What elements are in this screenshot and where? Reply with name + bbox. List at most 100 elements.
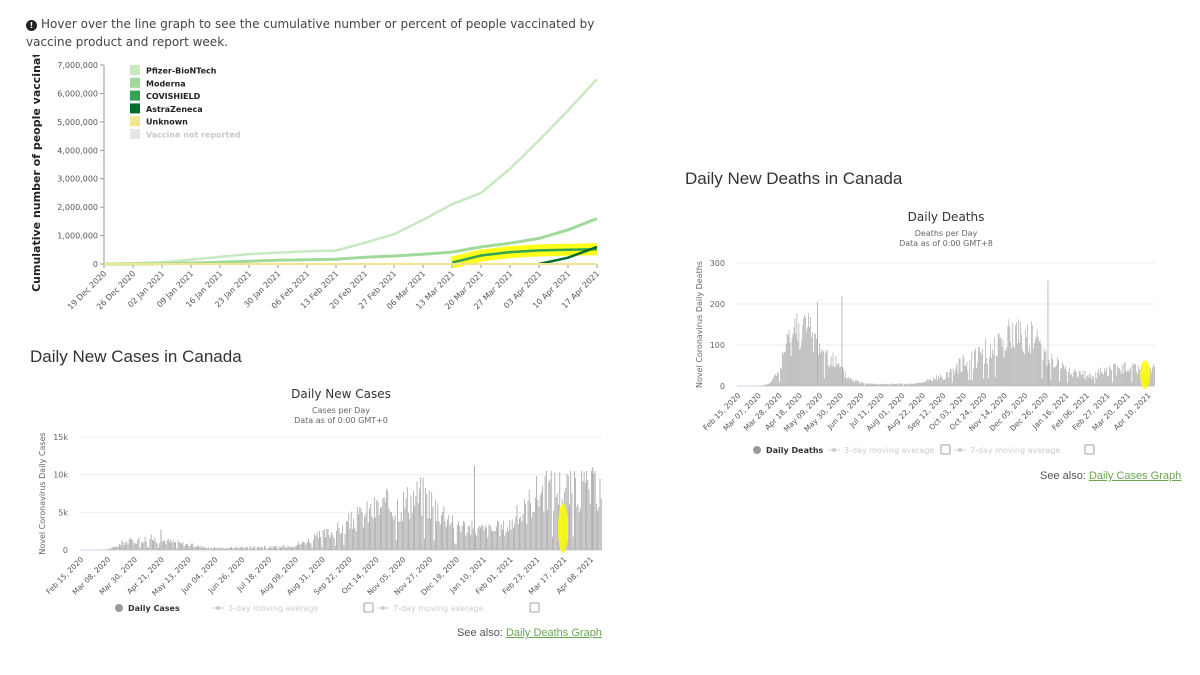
bar[interactable] (460, 532, 462, 550)
bar[interactable] (294, 546, 296, 550)
bar[interactable] (798, 323, 800, 386)
bar[interactable] (1135, 363, 1137, 386)
bar[interactable] (306, 541, 308, 550)
bar[interactable] (162, 540, 164, 550)
bar[interactable] (531, 517, 533, 550)
bar[interactable] (508, 531, 509, 550)
bar[interactable] (787, 335, 789, 386)
bar[interactable] (809, 326, 810, 386)
bar[interactable] (123, 545, 125, 550)
bar[interactable] (992, 354, 994, 386)
bar[interactable] (543, 512, 545, 550)
bar[interactable] (482, 525, 484, 550)
bar[interactable] (772, 378, 773, 386)
bar[interactable] (1111, 370, 1112, 386)
bar[interactable] (600, 498, 602, 550)
bar[interactable] (1065, 366, 1066, 386)
bar[interactable] (1099, 374, 1101, 386)
bar[interactable] (1027, 324, 1028, 386)
bar[interactable] (812, 332, 813, 386)
bar[interactable] (1044, 352, 1046, 386)
bar[interactable] (299, 544, 301, 550)
bar[interactable] (792, 333, 794, 386)
bar[interactable] (823, 378, 825, 386)
bar[interactable] (1139, 369, 1141, 386)
bar[interactable] (911, 384, 913, 386)
bar[interactable] (1032, 348, 1034, 386)
bar[interactable] (469, 525, 470, 550)
bar[interactable] (238, 548, 240, 550)
bar[interactable] (242, 547, 244, 550)
bar[interactable] (1052, 359, 1054, 386)
bar[interactable] (877, 384, 879, 386)
bar-peak[interactable] (473, 465, 475, 550)
bar[interactable] (427, 518, 429, 550)
legend-label-3day[interactable]: 3-day moving average (844, 446, 934, 455)
bar[interactable] (260, 546, 262, 550)
bar[interactable] (1069, 367, 1070, 386)
bar[interactable] (1020, 321, 1021, 386)
bar[interactable] (894, 383, 895, 386)
bar[interactable] (890, 383, 892, 386)
bar[interactable] (234, 546, 236, 550)
bar[interactable] (521, 521, 523, 550)
bar[interactable] (327, 528, 329, 550)
bar[interactable] (538, 506, 540, 550)
bar[interactable] (533, 512, 535, 550)
bar[interactable] (1070, 375, 1071, 386)
bar[interactable] (323, 529, 325, 550)
bar[interactable] (487, 537, 489, 551)
bar[interactable] (342, 525, 344, 550)
bar[interactable] (881, 383, 883, 386)
bar[interactable] (876, 383, 878, 386)
bar[interactable] (589, 503, 591, 550)
bar[interactable] (1125, 371, 1127, 386)
bar[interactable] (955, 366, 957, 386)
bar[interactable] (1121, 365, 1123, 386)
bar[interactable] (204, 547, 206, 550)
bar[interactable] (849, 379, 850, 386)
bar[interactable] (939, 378, 940, 386)
bar[interactable] (953, 374, 955, 386)
bar[interactable] (595, 503, 597, 550)
bar[interactable] (925, 381, 927, 386)
bar[interactable] (116, 546, 118, 550)
bar[interactable] (281, 546, 283, 550)
bar[interactable] (1098, 368, 1100, 386)
bar[interactable] (356, 506, 358, 550)
bar[interactable] (180, 542, 181, 550)
bar[interactable] (1045, 350, 1047, 386)
bar[interactable] (1051, 353, 1053, 386)
bar[interactable] (1038, 341, 1040, 386)
bar[interactable] (782, 353, 784, 386)
bar[interactable] (873, 383, 875, 386)
bar[interactable] (902, 383, 903, 386)
bar[interactable] (201, 547, 203, 550)
bar[interactable] (963, 357, 965, 386)
bar[interactable] (358, 514, 359, 550)
bar[interactable] (1101, 371, 1102, 386)
bar[interactable] (106, 549, 108, 550)
bar[interactable] (883, 383, 885, 386)
bar[interactable] (981, 354, 982, 386)
bar[interactable] (314, 533, 316, 550)
bar[interactable] (843, 369, 845, 386)
legend-label-moderna[interactable]: Moderna (146, 79, 186, 88)
bar[interactable] (1071, 373, 1072, 386)
bar[interactable] (419, 488, 420, 550)
bar[interactable] (797, 341, 799, 386)
legend-label-3day[interactable]: 3-day moving average (228, 604, 318, 613)
bar[interactable] (395, 540, 397, 550)
bar[interactable] (239, 546, 241, 550)
bar[interactable] (1130, 366, 1132, 386)
bar[interactable] (829, 364, 831, 386)
bar[interactable] (177, 540, 179, 550)
bar[interactable] (245, 546, 247, 550)
bar[interactable] (354, 527, 356, 550)
bar[interactable] (336, 530, 337, 550)
bar[interactable] (503, 520, 505, 550)
bar[interactable] (1054, 368, 1056, 386)
bar[interactable] (815, 333, 816, 386)
bar[interactable] (371, 516, 373, 550)
bar[interactable] (598, 507, 600, 550)
